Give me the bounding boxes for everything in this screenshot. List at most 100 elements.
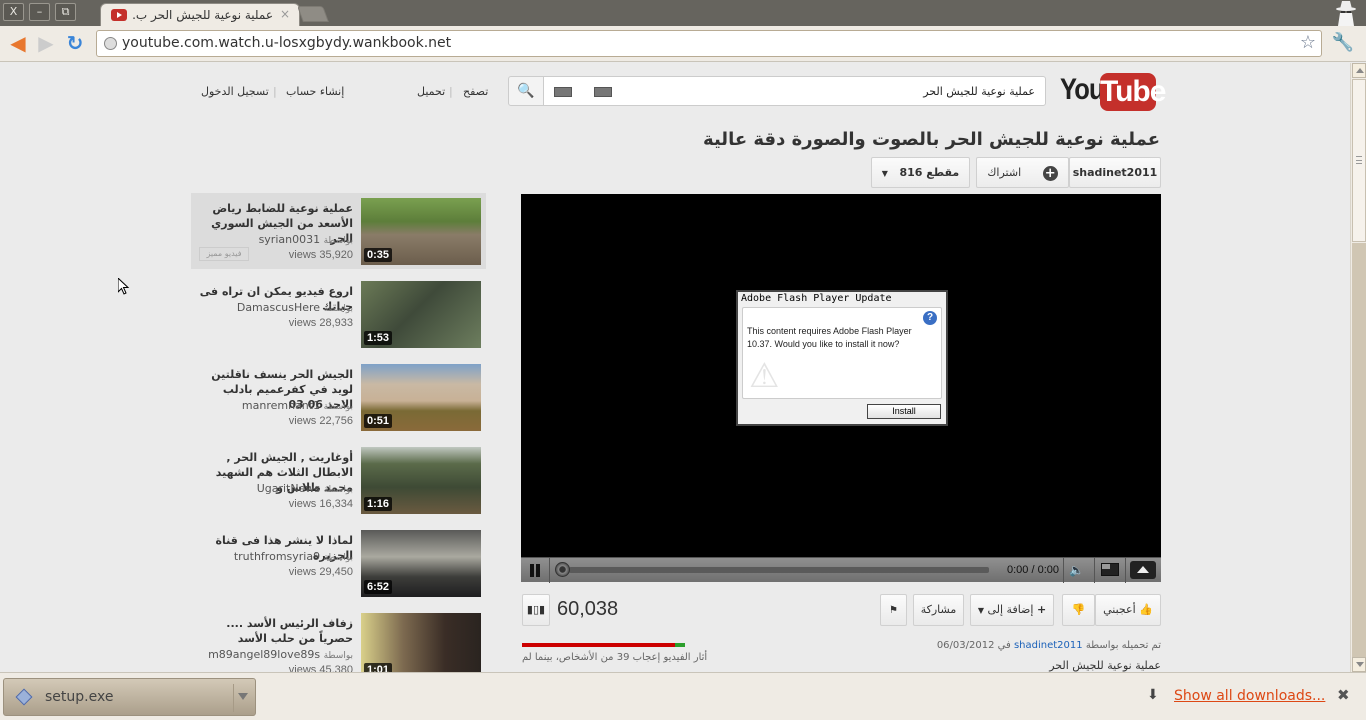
- back-button[interactable]: ◀: [7, 32, 29, 54]
- seek-bar[interactable]: [569, 567, 989, 573]
- keyboard-icon[interactable]: [554, 87, 572, 97]
- stats-icon: ▮▯▮: [526, 603, 546, 616]
- url-text[interactable]: youtube.com.watch.u-losxgbydy.wankbook.n…: [122, 35, 451, 51]
- dialog-message: This content requires Adobe Flash Player…: [747, 326, 912, 349]
- video-thumbnail[interactable]: 1:01: [361, 613, 481, 672]
- plus-icon: +: [1042, 165, 1058, 181]
- wrench-menu-icon[interactable]: 🔧: [1332, 32, 1354, 53]
- seek-handle[interactable]: [555, 562, 570, 577]
- download-menu-arrow-icon[interactable]: [238, 693, 248, 700]
- related-video-title[interactable]: زفاف الرئيس الأسد .... حصرياً من حلب الأ…: [193, 616, 353, 646]
- related-video-item[interactable]: 6:52 لماذا لا ينشر هذا فى قناة الجزيرة بوا…: [191, 525, 486, 601]
- video-thumbnail[interactable]: 0:35: [361, 198, 481, 265]
- uploader-name: manremnant1: [241, 399, 321, 412]
- dialog-title: Adobe Flash Player Update: [741, 293, 892, 304]
- bookmark-star-icon[interactable]: ☆: [1300, 32, 1316, 53]
- dialog-body: ? This content requires Adobe Flash Play…: [742, 307, 942, 399]
- related-video-uploader: بواسطة UgaritNews: [257, 482, 353, 495]
- scroll-track[interactable]: [1352, 243, 1366, 657]
- subscribe-button[interactable]: اشتراك +: [976, 157, 1069, 188]
- address-bar[interactable]: youtube.com.watch.u-losxgbydy.wankbook.n…: [96, 30, 1322, 57]
- uploader-name: UgaritNews: [256, 482, 321, 495]
- search-query[interactable]: عملية نوعية للجيش الحر: [923, 85, 1035, 98]
- like-button[interactable]: أعجبني 👍: [1095, 594, 1161, 626]
- by-prefix: بواسطة: [323, 236, 353, 246]
- install-button[interactable]: Install: [867, 404, 941, 419]
- tab-close-icon[interactable]: ×: [280, 7, 290, 21]
- search-button[interactable]: 🔍: [508, 76, 544, 106]
- chevron-down-icon: ▼: [881, 169, 888, 178]
- thumbs-up-icon: 👍: [1139, 603, 1153, 616]
- separator: [549, 558, 550, 583]
- close-window-button[interactable]: X: [3, 3, 24, 21]
- incognito-icon: [1336, 1, 1356, 26]
- player-size-icon[interactable]: [1101, 563, 1119, 576]
- close-downloads-bar-icon[interactable]: ✖: [1337, 686, 1350, 704]
- chevron-down-icon: ▼: [977, 606, 984, 615]
- file-icon: [15, 688, 33, 706]
- search-input[interactable]: عملية نوعية للجيش الحر: [543, 76, 1046, 106]
- minimize-window-button[interactable]: –: [29, 3, 50, 21]
- plus-icon: +: [1036, 603, 1047, 616]
- restore-window-button[interactable]: ⧉: [55, 3, 76, 21]
- featured-badge: فيديو مميز: [199, 247, 249, 261]
- channel-name-button[interactable]: shadinet2011: [1069, 157, 1161, 188]
- related-video-item[interactable]: 1:16 أوغاريت , الجيش الحر , الابطال الثلا…: [191, 442, 486, 518]
- video-thumbnail[interactable]: 1:16: [361, 447, 481, 514]
- forward-button[interactable]: ▶: [35, 32, 57, 54]
- volume-icon[interactable]: 🔈: [1069, 563, 1084, 577]
- pause-icon[interactable]: [529, 564, 541, 577]
- grip-icon: [1356, 156, 1362, 164]
- browser-tab[interactable]: عملية نوعية للجيش الحر ب... ×: [100, 3, 300, 26]
- page-scrollbar[interactable]: [1350, 63, 1366, 672]
- sign-in-link[interactable]: تسجيل الدخول: [201, 85, 269, 98]
- title-bar: X – ⧉ عملية نوعية للجيش الحر ب... ×: [0, 0, 1366, 26]
- stats-button[interactable]: ▮▯▮: [522, 594, 550, 626]
- separator: [233, 684, 234, 712]
- upload-prefix: تم تحميله بواسطة: [1085, 640, 1161, 651]
- scroll-up-button[interactable]: [1352, 63, 1366, 78]
- channel-name: shadinet2011: [1072, 166, 1158, 179]
- scroll-thumb[interactable]: [1352, 79, 1366, 242]
- separator: [1094, 558, 1095, 583]
- separator: |: [449, 85, 453, 98]
- like-ratio-fill: [674, 643, 685, 647]
- add-to-button[interactable]: ▼ إضافة إلى +: [970, 594, 1054, 626]
- help-icon[interactable]: ?: [923, 311, 937, 325]
- related-video-item[interactable]: 1:53 اروع فيديو يمكن ان تراه فى حياتك بواس…: [191, 276, 486, 352]
- video-duration: 1:01: [364, 663, 393, 672]
- flag-button[interactable]: ⚑: [880, 594, 907, 626]
- browse-link[interactable]: تصفح: [463, 85, 488, 98]
- related-video-uploader: بواسطة DamascusHere: [237, 301, 353, 314]
- by-prefix: بواسطة: [323, 553, 353, 563]
- related-video-item[interactable]: 0:51 الجيش الحر ينسف ناقلتين لويد في كفرع…: [191, 359, 486, 435]
- share-button[interactable]: مشاركة: [913, 594, 964, 626]
- video-player[interactable]: Adobe Flash Player Update ? This content…: [521, 194, 1161, 583]
- create-account-link[interactable]: إنشاء حساب: [286, 85, 344, 98]
- upload-date: 06/03/2012: [936, 640, 995, 651]
- video-thumbnail[interactable]: 1:53: [361, 281, 481, 348]
- keyboard-icon[interactable]: [594, 87, 612, 97]
- new-tab-button[interactable]: [297, 6, 329, 22]
- video-thumbnail[interactable]: 6:52: [361, 530, 481, 597]
- by-prefix: بواسطة: [323, 651, 353, 661]
- uploader-link[interactable]: shadinet2011: [1014, 640, 1083, 651]
- related-video-item[interactable]: 1:01 زفاف الرئيس الأسد .... حصرياً من حلب…: [191, 608, 486, 672]
- show-all-downloads-link[interactable]: Show all downloads...: [1174, 688, 1325, 704]
- fullscreen-icon[interactable]: [1130, 561, 1156, 579]
- upload-link[interactable]: تحميل: [417, 85, 445, 98]
- reload-button[interactable]: ↻: [64, 32, 86, 54]
- scroll-down-button[interactable]: [1352, 657, 1366, 672]
- youtube-favicon-icon: [111, 9, 127, 21]
- related-video-uploader: بواسطة truthfromsyria9: [234, 550, 353, 563]
- video-duration: 1:16: [364, 497, 393, 511]
- video-thumbnail[interactable]: 0:51: [361, 364, 481, 431]
- by-prefix: بواسطة: [323, 485, 353, 495]
- channel-videos-dropdown[interactable]: ▼ 816 مقطع فيديو: [871, 157, 970, 209]
- download-item[interactable]: setup.exe: [3, 678, 256, 716]
- related-video-item[interactable]: 0:35 عملية نوعية للضابط رياض الأسعد من ال…: [191, 193, 486, 269]
- dislike-button[interactable]: 👎: [1062, 594, 1095, 626]
- download-filename: setup.exe: [45, 689, 114, 705]
- likes-summary: أثار الفيديو إعجاب 39 من الأشخاص، بينما …: [522, 652, 708, 663]
- related-video-views: views 16,334: [288, 498, 353, 510]
